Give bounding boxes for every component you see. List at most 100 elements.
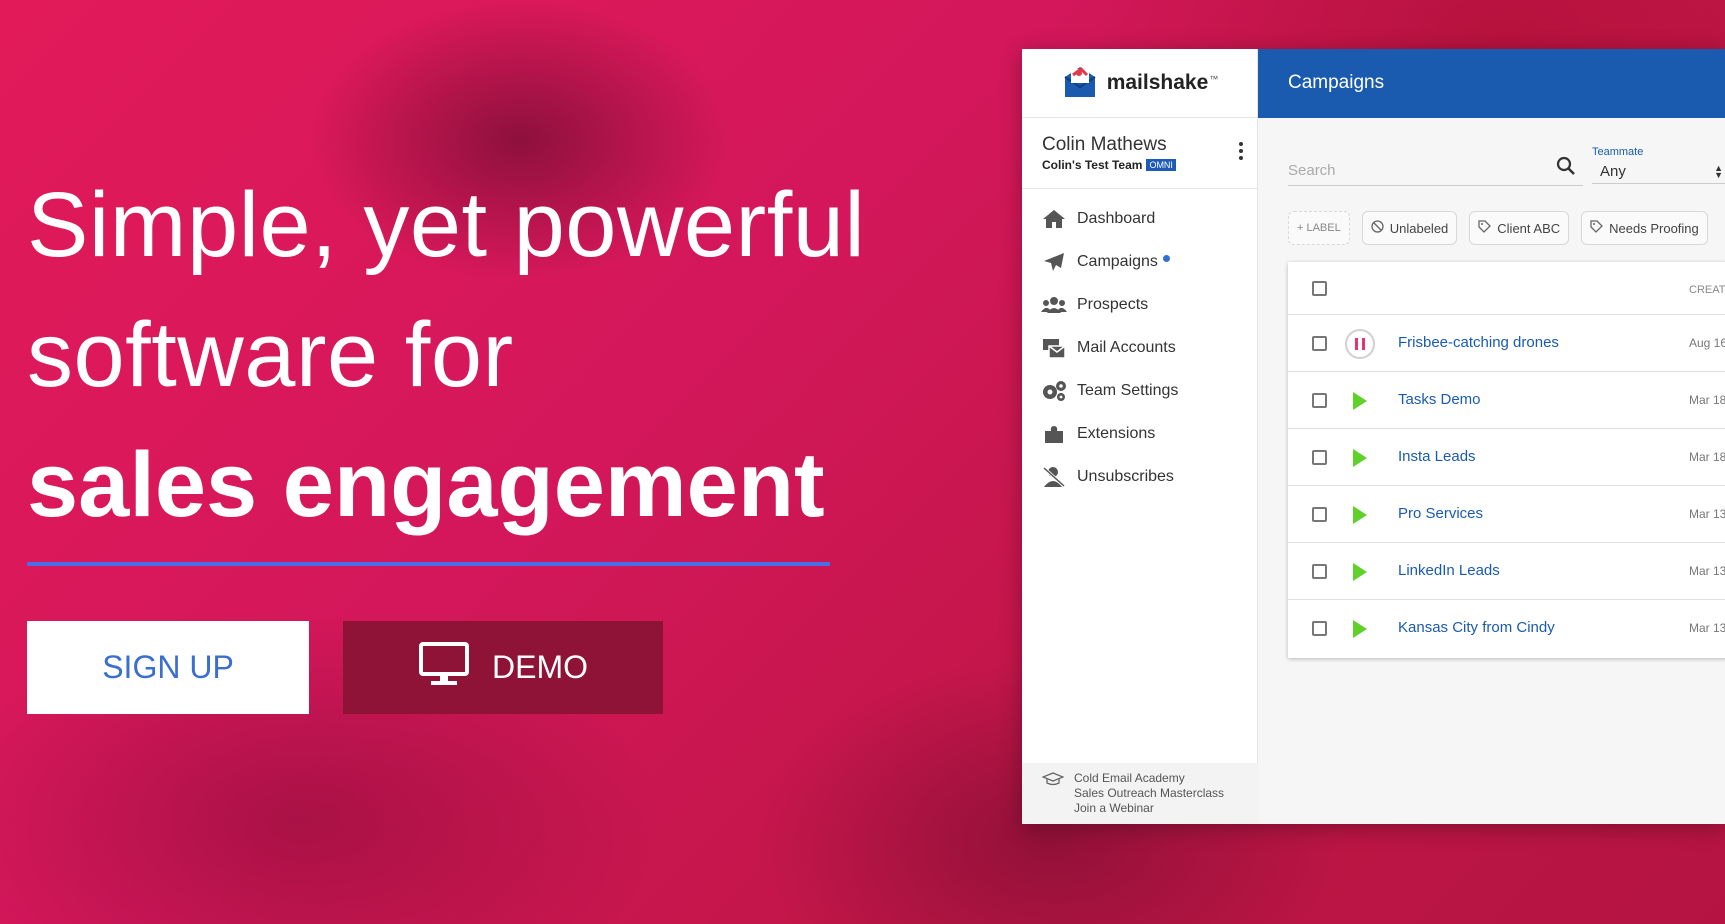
table-header: CREAT xyxy=(1288,262,1725,315)
label-chip-text: Client ABC xyxy=(1497,220,1561,236)
row-checkbox[interactable] xyxy=(1312,564,1327,579)
sidebar-item-label: Unsubscribes xyxy=(1077,467,1174,485)
table-row[interactable]: Tasks Demo Mar 18 xyxy=(1288,372,1725,429)
label-chip-text: Unlabeled xyxy=(1389,220,1449,236)
campaign-date: Mar 18 xyxy=(1689,450,1725,464)
play-icon[interactable] xyxy=(1344,499,1376,531)
logo-text: mailshake xyxy=(1106,71,1209,94)
hero-section: Simple, yet powerful software for sales … xyxy=(27,160,927,566)
play-icon[interactable] xyxy=(1344,442,1376,474)
user-profile: Colin Mathews Colin's Test Team OMNI xyxy=(1022,118,1257,189)
gears-icon xyxy=(1041,380,1067,402)
hero-headline-line-1: Simple, yet powerful xyxy=(27,174,866,276)
table-row[interactable]: LinkedIn Leads Mar 13 xyxy=(1288,543,1725,600)
table-row[interactable]: Kansas City from Cindy Mar 13 xyxy=(1288,600,1725,657)
table-row[interactable]: Insta Leads Mar 18 xyxy=(1288,429,1725,486)
logo-trademark: ™ xyxy=(1209,74,1219,84)
sidebar-item-label: Mail Accounts xyxy=(1077,338,1176,356)
paper-plane-icon xyxy=(1041,251,1067,273)
campaign-date: Mar 18 xyxy=(1689,393,1725,407)
sidebar-item-mail-accounts[interactable]: Mail Accounts xyxy=(1022,326,1257,369)
sidebar-item-label: Prospects xyxy=(1077,295,1149,313)
sidebar-item-label: Dashboard xyxy=(1077,209,1156,227)
label-chip-needs-proofing[interactable]: Needs Proofing xyxy=(1581,211,1708,245)
unread-indicator xyxy=(1162,255,1170,262)
graduation-cap-icon xyxy=(1041,771,1065,824)
sidebar-item-unsubscribes[interactable]: Unsubscribes xyxy=(1022,455,1257,498)
campaign-name-link[interactable]: Tasks Demo xyxy=(1398,391,1481,408)
select-arrows-icon: ▲ ▼ xyxy=(1714,163,1723,180)
campaign-name-link[interactable]: Frisbee-catching drones xyxy=(1398,334,1559,351)
footer-link-masterclass[interactable]: Sales Outreach Masterclass xyxy=(1074,786,1224,801)
row-checkbox[interactable] xyxy=(1312,336,1327,351)
user-name: Colin Mathews xyxy=(1042,134,1167,155)
sign-up-label: SIGN UP xyxy=(102,649,234,685)
puzzle-icon xyxy=(1041,423,1067,445)
search-icon[interactable] xyxy=(1556,156,1576,181)
footer-link-webinar[interactable]: Join a Webinar xyxy=(1074,801,1224,816)
sidebar-item-label: Campaigns xyxy=(1077,252,1158,270)
sidebar-item-campaigns[interactable]: Campaigns xyxy=(1022,240,1257,283)
campaign-name-link[interactable]: Insta Leads xyxy=(1398,448,1476,465)
ban-icon xyxy=(1371,220,1384,236)
search-input[interactable]: Search xyxy=(1288,156,1583,186)
sidebar-footer: Cold Email Academy Sales Outreach Master… xyxy=(1022,763,1258,824)
hero-headline-line-2: software for xyxy=(27,304,514,406)
campaign-date: Mar 13 xyxy=(1689,564,1725,578)
app-window: mailshake ™ Colin Mathews Colin's Test T… xyxy=(1022,49,1725,824)
campaign-name-link[interactable]: LinkedIn Leads xyxy=(1398,562,1500,579)
table-row[interactable]: Pro Services Mar 13 xyxy=(1288,486,1725,543)
campaigns-table: CREAT Frisbee-catching drones Aug 16 Tas… xyxy=(1288,262,1725,658)
add-label-button[interactable]: + LABEL xyxy=(1288,211,1350,245)
sidebar-item-label: Extensions xyxy=(1077,424,1156,442)
footer-link-academy[interactable]: Cold Email Academy xyxy=(1074,771,1224,786)
teammate-value: Any xyxy=(1600,163,1626,180)
sidebar-nav: Dashboard Campaigns Prospects Mail Accou… xyxy=(1022,189,1257,498)
demo-button[interactable]: DEMO xyxy=(343,621,663,714)
label-chip-client-abc[interactable]: Client ABC xyxy=(1469,211,1570,245)
play-icon[interactable] xyxy=(1344,556,1376,588)
row-checkbox[interactable] xyxy=(1312,621,1327,636)
label-chip-text: Needs Proofing xyxy=(1609,220,1699,236)
sign-up-button[interactable]: SIGN UP xyxy=(27,621,309,714)
sidebar-item-dashboard[interactable]: Dashboard xyxy=(1022,197,1257,240)
hero-headline-emphasis: sales engagement xyxy=(27,434,825,536)
hero-underline xyxy=(27,562,830,566)
table-row[interactable]: Frisbee-catching drones Aug 16 xyxy=(1288,315,1725,372)
sidebar-item-extensions[interactable]: Extensions xyxy=(1022,412,1257,455)
select-all-checkbox[interactable] xyxy=(1312,281,1327,296)
play-icon[interactable] xyxy=(1344,613,1376,645)
more-options-icon[interactable] xyxy=(1239,142,1243,160)
campaign-name-link[interactable]: Pro Services xyxy=(1398,505,1483,522)
plan-badge: OMNI xyxy=(1146,159,1176,171)
monitor-icon xyxy=(418,641,470,695)
campaign-date: Mar 13 xyxy=(1689,621,1725,635)
sidebar: mailshake ™ Colin Mathews Colin's Test T… xyxy=(1022,49,1258,824)
team-name: Colin's Test Team xyxy=(1042,158,1143,172)
campaign-date: Mar 13 xyxy=(1689,507,1725,521)
mail-accounts-icon xyxy=(1041,337,1067,359)
teammate-select[interactable]: Any ▲ ▼ xyxy=(1592,160,1725,184)
demo-label: DEMO xyxy=(492,649,588,685)
add-label-text: + LABEL xyxy=(1297,222,1341,234)
row-checkbox[interactable] xyxy=(1312,507,1327,522)
home-icon xyxy=(1041,208,1067,230)
teammate-label: Teammate xyxy=(1592,146,1644,158)
tag-icon xyxy=(1478,220,1492,236)
mailshake-logo-icon xyxy=(1061,63,1099,104)
label-chips: + LABEL Unlabeled Client ABC Needs Proof… xyxy=(1288,211,1708,245)
page-title: Campaigns xyxy=(1258,49,1725,118)
row-checkbox[interactable] xyxy=(1312,450,1327,465)
row-checkbox[interactable] xyxy=(1312,393,1327,408)
label-chip-unlabeled[interactable]: Unlabeled xyxy=(1361,211,1458,245)
pause-icon[interactable] xyxy=(1344,328,1376,360)
sidebar-item-prospects[interactable]: Prospects xyxy=(1022,283,1257,326)
campaign-date: Aug 16 xyxy=(1689,336,1725,350)
column-header-created[interactable]: CREAT xyxy=(1689,284,1725,296)
logo[interactable]: mailshake ™ xyxy=(1022,49,1257,118)
sidebar-item-team-settings[interactable]: Team Settings xyxy=(1022,369,1257,412)
play-icon[interactable] xyxy=(1344,385,1376,417)
campaign-name-link[interactable]: Kansas City from Cindy xyxy=(1398,619,1555,636)
tag-icon xyxy=(1590,220,1604,236)
user-slash-icon xyxy=(1041,466,1067,488)
